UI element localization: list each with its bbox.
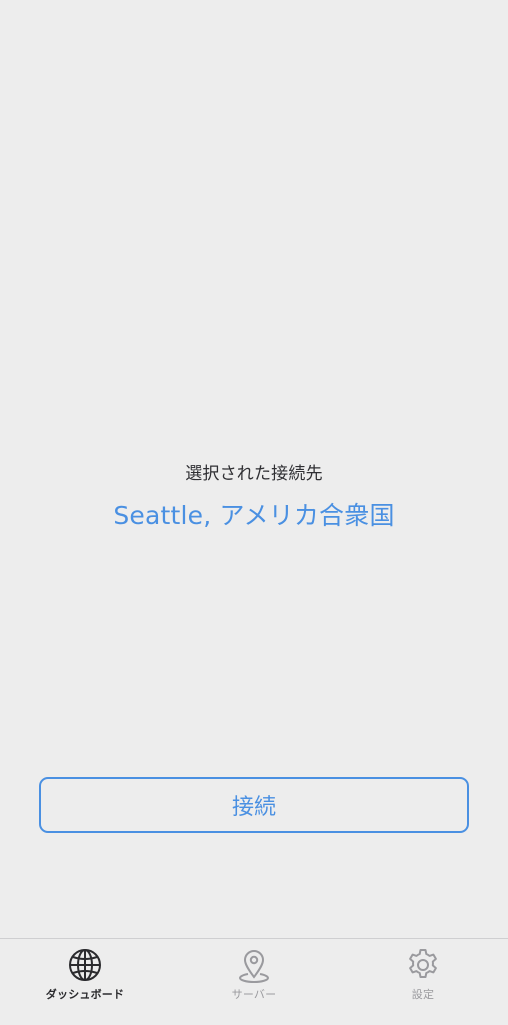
tab-servers[interactable]: サーバー <box>169 939 339 1025</box>
globe-icon <box>67 947 103 983</box>
connect-button-label: 接続 <box>231 795 276 820</box>
tab-dashboard-label: ダッシュボード <box>45 988 125 1001</box>
tab-settings-label: 設定 <box>411 988 435 1001</box>
tab-servers-label: サーバー <box>231 988 277 1001</box>
tab-dashboard[interactable]: ダッシュボード <box>0 939 170 1025</box>
selected-destination-value[interactable]: Seattle, アメリカ合衆国 <box>0 496 508 532</box>
tab-settings[interactable]: 設定 <box>338 939 508 1025</box>
tab-bar: ダッシュボード サーバー 設定 <box>0 938 508 1025</box>
gear-icon <box>405 947 441 983</box>
selected-destination-label: 選択された接続先 <box>185 464 323 484</box>
dashboard-screen: 選択された接続先 Seattle, アメリカ合衆国 接続 ダッシュボード サーバ… <box>0 0 508 1025</box>
location-pin-icon <box>236 947 272 983</box>
connect-button[interactable]: 接続 <box>39 777 469 833</box>
